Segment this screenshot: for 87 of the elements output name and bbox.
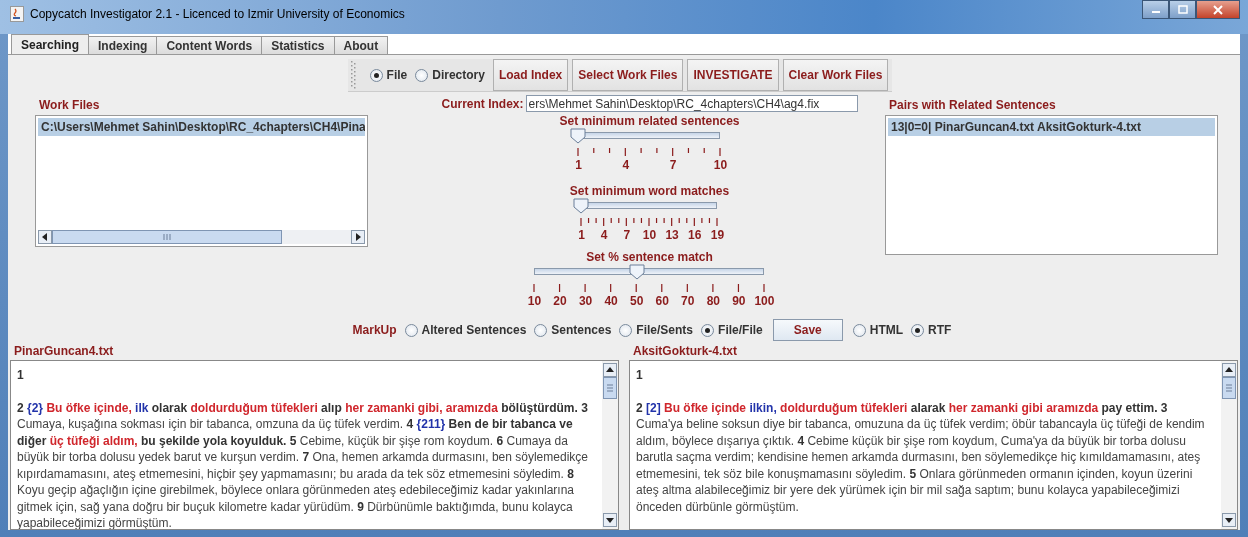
radio-label[interactable]: Directory bbox=[432, 68, 485, 82]
vertical-scrollbar[interactable] bbox=[602, 361, 618, 529]
radio-button[interactable] bbox=[404, 323, 418, 337]
scroll-thumb[interactable] bbox=[52, 230, 282, 244]
field-label: Current Index: bbox=[441, 96, 524, 111]
radio-button[interactable] bbox=[369, 68, 383, 82]
radio-button[interactable] bbox=[701, 323, 715, 337]
toolbar-button[interactable]: Select Work Files bbox=[572, 59, 684, 91]
tick-label: 80 bbox=[705, 294, 721, 308]
save-button[interactable]: Save bbox=[772, 319, 843, 341]
toolbar-button[interactable]: Load Index bbox=[492, 59, 569, 91]
tick-label: 20 bbox=[552, 294, 568, 308]
scroll-thumb[interactable] bbox=[1222, 377, 1236, 399]
tick-label: 4 bbox=[621, 158, 631, 172]
tick-label: 7 bbox=[668, 158, 678, 172]
list-item[interactable]: 13|0=0| PinarGuncan4.txt AksitGokturk-4.txt bbox=[888, 118, 1215, 136]
slider-title: Set minimum word matches bbox=[569, 184, 730, 198]
radio-button[interactable] bbox=[534, 323, 548, 337]
tick-label: 1 bbox=[577, 228, 586, 242]
current-index-field[interactable]: ers\Mehmet Sahin\Desktop\RC_4chapters\CH4\ag4.fix bbox=[525, 95, 858, 112]
tick-label: 10 bbox=[712, 158, 729, 172]
scroll-down-icon[interactable] bbox=[1222, 513, 1236, 527]
vertical-scrollbar[interactable] bbox=[1221, 361, 1237, 529]
tab[interactable]: About bbox=[333, 36, 389, 54]
paragraph: 1 bbox=[17, 367, 25, 384]
list-item[interactable]: C:\Users\Mehmet Sahin\Desktop\RC_4chapters\CH4\Pina bbox=[38, 118, 365, 136]
toolbar-grip-icon[interactable] bbox=[349, 60, 358, 90]
coffee-cup-icon bbox=[10, 6, 24, 22]
close-button[interactable] bbox=[1196, 0, 1240, 19]
tab[interactable]: Content Words bbox=[156, 36, 263, 54]
toolbar-button[interactable]: Clear Work Files bbox=[782, 59, 889, 91]
radio-label[interactable]: File/Sents bbox=[636, 323, 694, 337]
slider-title: Set minimum related sentences bbox=[559, 114, 740, 128]
tick-label: 40 bbox=[603, 294, 619, 308]
radio-label[interactable]: Sentences bbox=[551, 323, 612, 337]
maximize-button[interactable] bbox=[1169, 0, 1196, 19]
slider-thumb[interactable] bbox=[570, 128, 587, 144]
tick-label: 100 bbox=[753, 294, 776, 308]
document-filename: PinarGuncan4.txt bbox=[13, 343, 115, 360]
tick-label: 30 bbox=[577, 294, 594, 308]
paragraph: 2 [2] Bu öfke içinde ilkin, doldurduğum tüfekleri alarak her zamanki gibi aramızda pay ettim. 3 Cuma'ya beline soksun diye bir tabanca, omuzuna da üç tüfek verdim; öbür tabancayla üç tüfeği de kendim aldım, böylece dışarıya çıktık. 4 Cebime küçük bir şişe rom koydum, Cuma'ya da büyük bir torba dolusu barutla saçma verdim; kendisine hemen arkamda durmasını, ben söylemedikçe hiç kımıldamamasını, ateş etmemesini, tek söz bile konuşmamasını söyledim. 5 Onlara görünmeden ormanın içinden, koyun üzerini ateş altma alabileceğimiz bir yere dek yürümek için bir mil sağa saptım; bunu kolayca yapabileceğimizi önceden dürbünle görmüştüm. bbox=[636, 399, 1206, 515]
radio-label[interactable]: File/File bbox=[718, 323, 763, 337]
radio-button[interactable] bbox=[619, 323, 633, 337]
tick-label: 7 bbox=[622, 228, 632, 242]
paragraph: 2 {2} Bu öfke içinde, ilk olarak doldurduğum tüfekleri alıp her zamanki gibi, aramızda bölüştürdüm. 3 Cumaya, kuşağına sokması için bir tabanca, omzuna da üç tüfek verdim. 4 {211} Ben de bir tabanca ve diğer üç tüfeği aldım, bu şekilde yola koyulduk. 5 Cebime, küçük bir şişe rom koydum. 6 Cumaya da büyük bir torba dolusu yedek barut ve kurşun verdim. 7 Ona, hemen arkamda durmasını, ben söylemedikçe kıpırdamamasını, ateş etmemesini, hiçbir şey yapmamasını; bu arada da tek söz etmemesini söyledim. 8 Koyu geçip ağaçlığın içine girebilmek, böylece onlara görünmeden ateş edebileceğimiz kadar yakınlarına gitmek için, sağ yana doğru bir buçuk kilometre kadar yürüdüm. 9 Dürbünümle baktığımda, bunu kolayca yapabileceğimizi görmüştüm. bbox=[17, 399, 589, 529]
close-icon bbox=[1213, 4, 1223, 15]
window-title: Copycatch Investigator 2.1 - Licenced to Izmir University of Economics bbox=[30, 7, 405, 21]
minimize-icon bbox=[1151, 11, 1160, 13]
tick-label: 16 bbox=[687, 228, 703, 242]
paragraph: 1 bbox=[636, 367, 644, 384]
slider-thumb[interactable] bbox=[628, 264, 645, 280]
tick-label: 50 bbox=[629, 294, 645, 308]
scroll-right-icon[interactable] bbox=[351, 230, 365, 244]
tick-label: 1 bbox=[574, 158, 583, 172]
tab[interactable]: Statistics bbox=[261, 36, 335, 54]
tick-label: 19 bbox=[709, 228, 726, 242]
radio-label[interactable]: RTF bbox=[928, 323, 952, 337]
tab[interactable]: Searching bbox=[11, 34, 90, 54]
slider-title: Set % sentence match bbox=[586, 250, 713, 264]
scroll-thumb[interactable] bbox=[603, 377, 617, 399]
radio-label[interactable]: File bbox=[386, 68, 408, 82]
toolbar-button[interactable]: INVESTIGATE bbox=[687, 59, 779, 91]
horizontal-scrollbar[interactable] bbox=[38, 230, 365, 244]
document-filename: AksitGokturk-4.txt bbox=[632, 343, 739, 360]
tab[interactable]: Indexing bbox=[88, 36, 158, 54]
tick-label: 60 bbox=[654, 294, 670, 308]
tick-label: 4 bbox=[599, 228, 609, 242]
tick-label: 70 bbox=[680, 294, 696, 308]
scroll-up-icon[interactable] bbox=[603, 363, 617, 377]
tick-label: 13 bbox=[664, 228, 680, 242]
radio-label[interactable]: HTML bbox=[869, 323, 904, 337]
radio-button[interactable] bbox=[911, 323, 925, 337]
radio-label[interactable]: Altered Sentences bbox=[421, 323, 527, 337]
slider-thumb[interactable] bbox=[573, 198, 590, 214]
panel-heading: Work Files bbox=[38, 97, 101, 114]
tick-label: 10 bbox=[641, 228, 658, 242]
scroll-down-icon[interactable] bbox=[603, 513, 617, 527]
scroll-up-icon[interactable] bbox=[1222, 363, 1236, 377]
radio-button[interactable] bbox=[852, 323, 866, 337]
minimize-button[interactable] bbox=[1142, 0, 1169, 19]
radio-button[interactable] bbox=[415, 68, 429, 82]
tick-label: 10 bbox=[526, 294, 543, 308]
markup-label: MarkUp bbox=[352, 323, 397, 337]
maximize-icon bbox=[1177, 4, 1188, 15]
panel-heading: Pairs with Related Sentences bbox=[888, 97, 1057, 114]
tick-label: 90 bbox=[731, 294, 747, 308]
scroll-left-icon[interactable] bbox=[38, 230, 52, 244]
